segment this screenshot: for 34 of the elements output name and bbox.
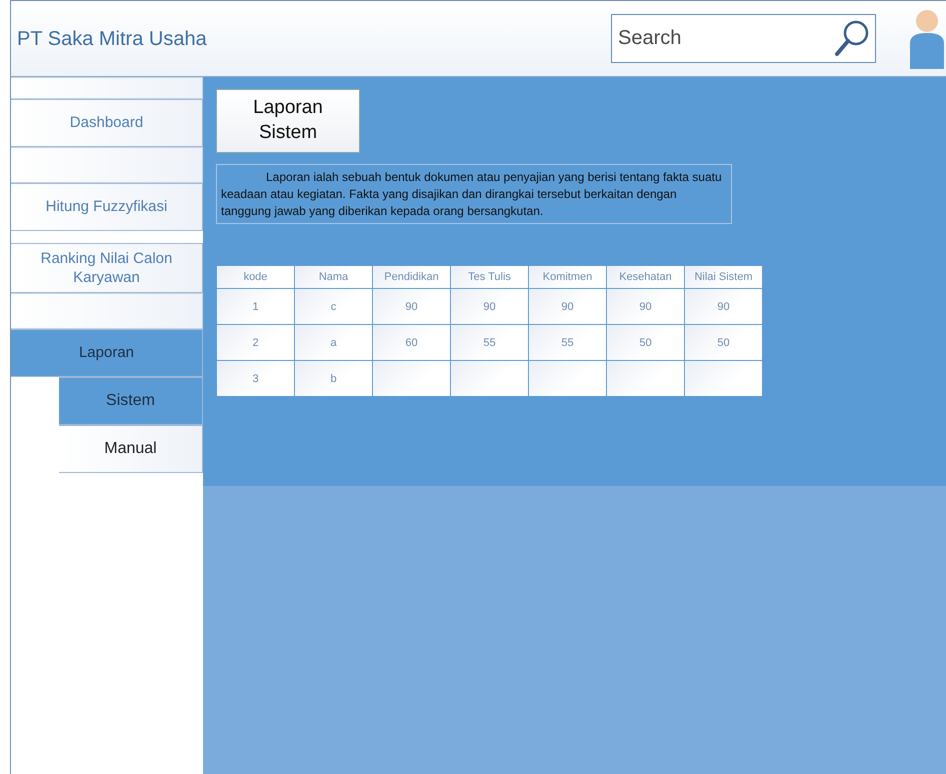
table-cell: 50: [606, 324, 684, 361]
table-cell: a: [294, 324, 372, 361]
table-cell: 90: [450, 288, 528, 325]
description-text: Laporan ialah sebuah bentuk dokumen atau penyajian yang berisi tentang fakta suatu keadaan atau kegiatan. Fakta yang disajikan dan dirangkai tersebut berkaitan dengan tanggung jawab yang diberikan kepada orang bersangkutan.: [216, 164, 732, 224]
page-title: Laporan Sistem: [216, 89, 360, 153]
submenu-item[interactable]: Manual: [59, 425, 203, 473]
table-cell: 2: [216, 324, 294, 361]
table-cell: 3: [216, 360, 294, 397]
table-cell: 90: [528, 288, 606, 325]
table-cell: 90: [606, 288, 684, 325]
column-header: Pendidikan: [372, 266, 450, 289]
app-title: PT Saka Mitra Usaha: [17, 26, 207, 52]
column-header: Nama: [294, 266, 372, 289]
submenu-item[interactable]: Sistem: [59, 377, 203, 425]
table-cell: 1: [216, 288, 294, 325]
table-cell: b: [294, 360, 372, 397]
search-icon: [834, 19, 870, 57]
table-cell: 60: [372, 324, 450, 361]
column-header: kode: [216, 266, 294, 289]
table-cell: c: [294, 288, 372, 325]
table-cell: 50: [684, 324, 762, 361]
search-field[interactable]: Search: [611, 14, 876, 63]
column-header: Nilai Sistem: [684, 266, 762, 289]
table-cell: 90: [684, 288, 762, 325]
column-header: Tes Tulis: [450, 266, 528, 289]
sidebar-item[interactable]: Ranking Nilai Calon Karyawan: [11, 243, 203, 293]
sidebar-item[interactable]: Hitung Fuzzyfikasi: [11, 183, 203, 231]
table-cell: 55: [450, 324, 528, 361]
column-header: Kesehatan: [606, 266, 684, 289]
column-header: Komitmen: [528, 266, 606, 289]
sidebar-item[interactable]: Dashboard: [11, 99, 203, 147]
sidebar-item[interactable]: Laporan: [11, 329, 203, 377]
table-cell: 90: [372, 288, 450, 325]
table-cell: 55: [528, 324, 606, 361]
